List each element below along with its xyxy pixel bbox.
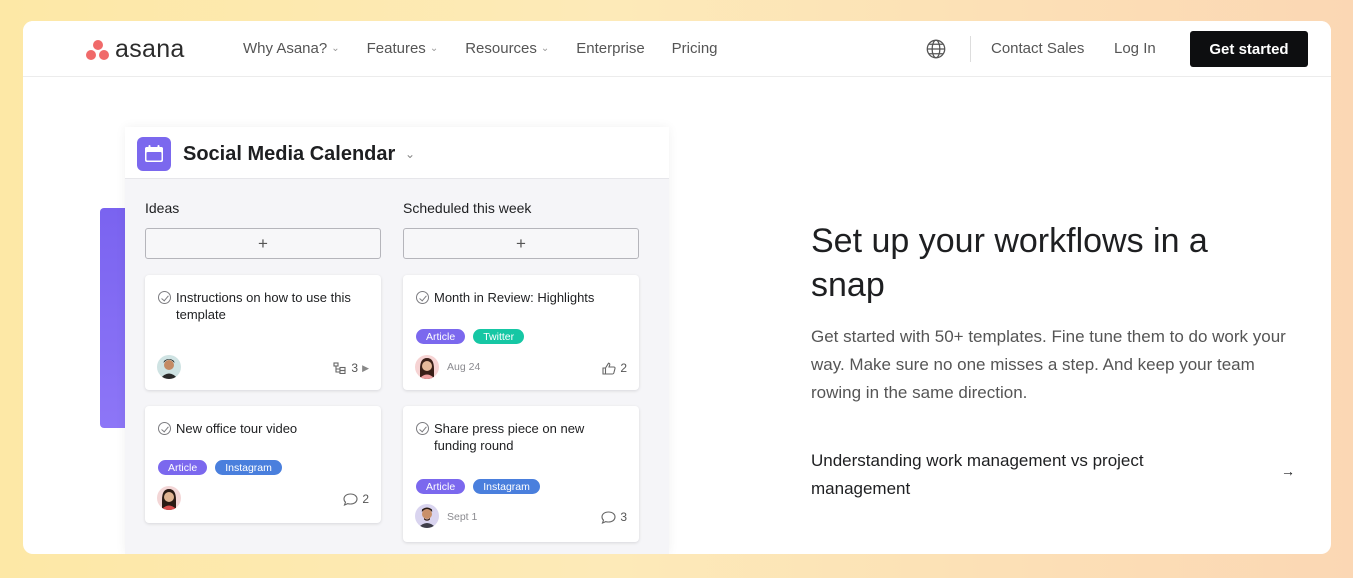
check-circle-icon[interactable] bbox=[416, 422, 429, 435]
comment-count-text: 3 bbox=[620, 510, 627, 524]
chevron-down-icon[interactable]: ⌄ bbox=[405, 147, 415, 161]
board-preview: Social Media Calendar ⌄ Ideas + Instruct… bbox=[125, 127, 669, 554]
nav-why-asana[interactable]: Why Asana? ⌄ bbox=[243, 40, 340, 57]
chevron-down-icon: ⌄ bbox=[540, 43, 550, 54]
tag-list: Article Instagram bbox=[416, 479, 540, 494]
log-in-link[interactable]: Log In bbox=[1114, 40, 1156, 57]
contact-sales-link[interactable]: Contact Sales bbox=[991, 40, 1084, 57]
task-card[interactable]: Month in Review: Highlights Article Twit… bbox=[403, 275, 639, 390]
tag-instagram: Instagram bbox=[473, 479, 540, 494]
nav-divider bbox=[970, 36, 971, 62]
due-date: Aug 24 bbox=[447, 361, 481, 373]
subtask-icon bbox=[333, 362, 346, 374]
avatar bbox=[415, 504, 439, 528]
task-title-text: Month in Review: Highlights bbox=[434, 290, 595, 305]
avatar bbox=[415, 355, 439, 379]
tag-twitter: Twitter bbox=[473, 329, 525, 344]
task-card[interactable]: Share press piece on new funding round A… bbox=[403, 406, 639, 542]
column-title-scheduled: Scheduled this week bbox=[403, 200, 532, 216]
task-title: Month in Review: Highlights bbox=[416, 289, 626, 306]
subtask-count: 3 ▶ bbox=[333, 361, 369, 375]
asana-logo-icon bbox=[86, 39, 109, 60]
comment-count: 2 bbox=[343, 492, 369, 506]
comment-icon bbox=[343, 492, 358, 506]
nav-features[interactable]: Features ⌄ bbox=[367, 40, 439, 57]
add-task-button[interactable]: + bbox=[145, 228, 381, 259]
nav-pricing[interactable]: Pricing bbox=[672, 40, 718, 57]
caret-right-icon: ▶ bbox=[362, 362, 369, 373]
task-title: Share press piece on new funding round bbox=[416, 420, 626, 454]
page-frame: asana Why Asana? ⌄ Features ⌄ Resources … bbox=[23, 21, 1331, 554]
like-count: 2 bbox=[602, 361, 627, 375]
task-card[interactable]: New office tour video Article Instagram … bbox=[145, 406, 381, 523]
check-circle-icon[interactable] bbox=[158, 291, 171, 304]
logo-text: asana bbox=[115, 35, 185, 63]
section-description: Get started with 50+ templates. Fine tun… bbox=[811, 327, 1286, 402]
globe-icon[interactable] bbox=[925, 38, 947, 60]
board-title: Social Media Calendar bbox=[183, 143, 396, 165]
task-title-text: Share press piece on new funding round bbox=[434, 421, 585, 453]
tag-article: Article bbox=[416, 479, 466, 494]
work-management-link[interactable]: Understanding work management vs project… bbox=[811, 447, 1301, 503]
thumbs-up-icon bbox=[602, 362, 616, 375]
task-title: Instructions on how to use this template bbox=[158, 289, 368, 323]
subtask-count-text: 3 bbox=[351, 361, 359, 375]
tag-article: Article bbox=[416, 329, 466, 344]
link-text: Understanding work management vs project… bbox=[811, 451, 1144, 498]
check-circle-icon[interactable] bbox=[416, 291, 429, 304]
task-title: New office tour video bbox=[158, 420, 368, 437]
nav-enterprise[interactable]: Enterprise bbox=[576, 40, 644, 57]
tag-list: Article Twitter bbox=[416, 329, 525, 344]
tag-article: Article bbox=[158, 460, 208, 475]
check-circle-icon[interactable] bbox=[158, 422, 171, 435]
task-title-text: Instructions on how to use this template bbox=[176, 290, 351, 322]
task-title-text: New office tour video bbox=[176, 421, 298, 436]
avatar bbox=[157, 355, 181, 379]
nav-link-label: Features bbox=[366, 40, 426, 57]
comment-count-text: 2 bbox=[362, 492, 369, 506]
chevron-down-icon: ⌄ bbox=[429, 43, 439, 54]
comment-icon bbox=[601, 510, 616, 524]
tag-list: Article Instagram bbox=[158, 460, 282, 475]
get-started-button[interactable]: Get started bbox=[1190, 31, 1308, 67]
task-card[interactable]: Instructions on how to use this template… bbox=[145, 275, 381, 390]
nav-resources[interactable]: Resources ⌄ bbox=[465, 40, 549, 57]
top-nav: asana Why Asana? ⌄ Features ⌄ Resources … bbox=[23, 21, 1331, 77]
like-count-text: 2 bbox=[620, 361, 627, 375]
chevron-down-icon: ⌄ bbox=[331, 43, 340, 54]
nav-links: Why Asana? ⌄ Features ⌄ Resources ⌄ Ente… bbox=[243, 40, 718, 57]
calendar-icon bbox=[137, 137, 171, 171]
nav-link-label: Pricing bbox=[671, 40, 718, 57]
comment-count: 3 bbox=[601, 510, 627, 524]
board-header: Social Media Calendar ⌄ bbox=[125, 127, 669, 179]
section-headline: Set up your workflows in a snap bbox=[811, 222, 1208, 304]
column-title-ideas: Ideas bbox=[145, 200, 180, 216]
arrow-right-icon: → bbox=[1281, 463, 1295, 479]
nav-link-label: Why Asana? bbox=[243, 40, 328, 57]
avatar bbox=[157, 486, 181, 510]
tag-instagram: Instagram bbox=[215, 460, 282, 475]
asana-logo[interactable]: asana bbox=[86, 37, 185, 62]
add-task-button[interactable]: + bbox=[403, 228, 639, 259]
nav-link-label: Enterprise bbox=[576, 40, 645, 57]
due-date: Sept 1 bbox=[447, 511, 478, 523]
nav-link-label: Resources bbox=[465, 40, 537, 57]
